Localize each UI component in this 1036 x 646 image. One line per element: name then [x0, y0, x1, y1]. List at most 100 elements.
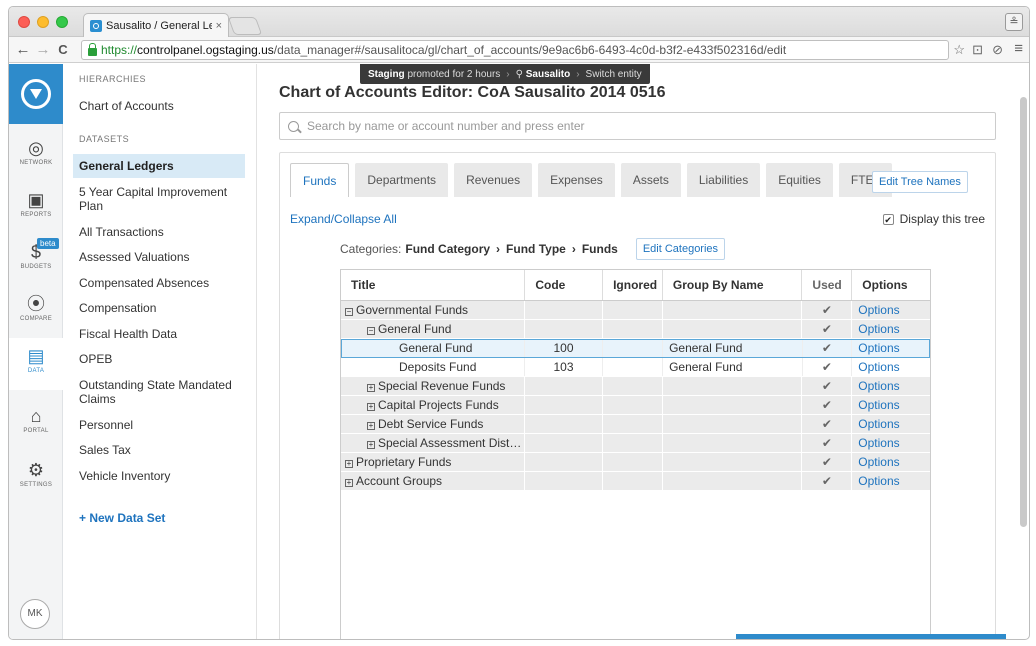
minimize-window-button[interactable] — [37, 16, 49, 28]
sidebar-item-all-transactions[interactable]: All Transactions — [73, 220, 245, 244]
tab-expenses[interactable]: Expenses — [538, 163, 615, 197]
sidebar-item-compensation[interactable]: Compensation — [73, 296, 245, 320]
sidebar-item-compensated-absences[interactable]: Compensated Absences — [73, 271, 245, 295]
cell-title[interactable]: Deposits Fund — [341, 358, 526, 376]
table-row[interactable]: + Special Revenue Funds ✔ Options — [341, 377, 930, 396]
collapse-minus-icon[interactable]: − — [345, 308, 353, 316]
sidebar-item-vehicle-inventory[interactable]: Vehicle Inventory — [73, 464, 245, 488]
tab-revenues[interactable]: Revenues — [454, 163, 533, 197]
options-link[interactable]: Options — [852, 472, 930, 490]
tab-funds[interactable]: Funds — [290, 163, 350, 197]
sidebar-item-capital-improvement[interactable]: 5 Year Capital Improvement Plan — [73, 180, 245, 218]
cast-icon[interactable]: ⊡ — [972, 42, 983, 58]
display-tree-toggle[interactable]: ✔ Display this tree — [882, 212, 985, 226]
expand-plus-icon[interactable]: + — [367, 422, 375, 430]
rail-item-reports[interactable]: ▣ REPORTS — [9, 182, 63, 234]
options-link[interactable]: Options — [852, 339, 930, 357]
column-header-ignored[interactable]: Ignored — [603, 270, 663, 300]
sidebar-item-personnel[interactable]: Personnel — [73, 413, 245, 437]
user-avatar[interactable]: MK — [20, 599, 50, 629]
page-scrollbar[interactable] — [1020, 97, 1027, 527]
new-dataset-button[interactable]: + New Data Set — [79, 511, 165, 525]
sidebar-item-opeb[interactable]: OPEB — [73, 347, 245, 371]
options-link[interactable]: Options — [852, 377, 930, 395]
browser-tab[interactable]: Sausalito / General Ledger × — [83, 13, 229, 37]
edit-categories-button[interactable]: Edit Categories — [635, 238, 726, 260]
staging-banner: Staging promoted for 2 hours › ⚲ Sausali… — [360, 64, 650, 84]
forward-icon[interactable]: → — [33, 41, 53, 58]
table-row[interactable]: + Capital Projects Funds ✔ Options — [341, 396, 930, 415]
rail-item-portal[interactable]: ⌂ PORTAL — [9, 398, 63, 450]
row-title-text: General Fund — [378, 322, 452, 336]
table-row[interactable]: Deposits Fund 103 General Fund ✔ Options — [341, 358, 930, 377]
tab-close-icon[interactable]: × — [216, 20, 222, 32]
cell-title[interactable]: + Capital Projects Funds — [341, 396, 526, 414]
table-row[interactable]: − Governmental Funds ✔ Options — [341, 301, 930, 320]
sidebar-item-general-ledgers[interactable]: General Ledgers — [73, 154, 245, 178]
options-link[interactable]: Options — [852, 396, 930, 414]
table-row[interactable]: + Special Assessment Distric... ✔ Options — [341, 434, 930, 453]
expand-collapse-link[interactable]: Expand/Collapse All — [290, 212, 397, 226]
rail-item-data[interactable]: ▤ DATA — [9, 338, 63, 390]
tab-departments[interactable]: Departments — [355, 163, 449, 197]
cell-title[interactable]: − General Fund — [341, 320, 526, 338]
checkbox-checked-icon[interactable]: ✔ — [882, 213, 894, 225]
tab-equities[interactable]: Equities — [766, 163, 833, 197]
sidebar-item-fiscal-health[interactable]: Fiscal Health Data — [73, 322, 245, 346]
profile-icon[interactable]: ≗ — [1005, 13, 1023, 31]
column-header-group-by-name[interactable]: Group By Name — [663, 270, 803, 300]
options-link[interactable]: Options — [852, 434, 930, 452]
close-window-button[interactable] — [18, 16, 30, 28]
extension-icon[interactable]: ⊘ — [992, 42, 1003, 58]
sidebar-item-sales-tax[interactable]: Sales Tax — [73, 438, 245, 462]
tab-assets[interactable]: Assets — [620, 163, 681, 197]
column-header-code[interactable]: Code — [525, 270, 604, 300]
options-link[interactable]: Options — [852, 320, 930, 338]
expand-plus-icon[interactable]: + — [345, 479, 353, 487]
cell-title[interactable]: General Fund — [341, 339, 526, 357]
search-input[interactable] — [307, 119, 957, 133]
cell-code — [525, 320, 604, 338]
reload-icon[interactable]: C — [53, 42, 73, 57]
sidebar-item-assessed-valuations[interactable]: Assessed Valuations — [73, 245, 245, 269]
table-row[interactable]: − General Fund ✔ Options — [341, 320, 930, 339]
address-bar[interactable]: https://controlpanel.ogstaging.us/data_m… — [81, 40, 949, 60]
table-row[interactable]: General Fund 100 General Fund ✔ Options — [341, 339, 930, 358]
sidebar-item-outstanding-claims[interactable]: Outstanding State Mandated Claims — [73, 373, 245, 411]
rail-item-settings[interactable]: ⚙ SETTINGS — [9, 452, 63, 504]
sidebar-item-chart-of-accounts[interactable]: Chart of Accounts — [73, 94, 245, 118]
switch-entity-link[interactable]: Switch entity — [586, 69, 642, 80]
maximize-window-button[interactable] — [56, 16, 68, 28]
table-row[interactable]: + Debt Service Funds ✔ Options — [341, 415, 930, 434]
options-link[interactable]: Options — [852, 301, 930, 319]
column-header-used[interactable]: Used — [802, 270, 853, 300]
collapse-minus-icon[interactable]: − — [367, 327, 375, 335]
expand-plus-icon[interactable]: + — [367, 403, 375, 411]
search-box[interactable] — [279, 112, 996, 140]
cell-title[interactable]: + Proprietary Funds — [341, 453, 526, 471]
cell-title[interactable]: − Governmental Funds — [341, 301, 526, 319]
app-logo[interactable] — [9, 64, 63, 124]
options-link[interactable]: Options — [852, 358, 930, 376]
rail-item-network[interactable]: ◎ NETWORK — [9, 130, 63, 182]
tab-liabilities[interactable]: Liabilities — [686, 163, 761, 197]
table-row[interactable]: + Account Groups ✔ Options — [341, 472, 930, 491]
cell-title[interactable]: + Special Revenue Funds — [341, 377, 526, 395]
rail-item-compare[interactable]: ⦿ COMPARE — [9, 286, 63, 338]
options-link[interactable]: Options — [852, 415, 930, 433]
rail-item-budgets[interactable]: $ BUDGETS beta — [9, 234, 63, 286]
expand-plus-icon[interactable]: + — [367, 441, 375, 449]
new-tab-button[interactable] — [227, 17, 263, 35]
cell-title[interactable]: + Account Groups — [341, 472, 526, 490]
expand-plus-icon[interactable]: + — [345, 460, 353, 468]
options-link[interactable]: Options — [852, 453, 930, 471]
column-header-title[interactable]: Title — [341, 270, 526, 300]
menu-icon[interactable]: ≡ — [1014, 40, 1023, 57]
back-icon[interactable]: ← — [13, 41, 33, 58]
table-row[interactable]: + Proprietary Funds ✔ Options — [341, 453, 930, 472]
cell-title[interactable]: + Special Assessment Distric... — [341, 434, 526, 452]
bookmark-star-icon[interactable]: ☆ — [953, 42, 965, 58]
edit-tree-names-button[interactable]: Edit Tree Names — [872, 171, 968, 193]
cell-title[interactable]: + Debt Service Funds — [341, 415, 526, 433]
expand-plus-icon[interactable]: + — [367, 384, 375, 392]
